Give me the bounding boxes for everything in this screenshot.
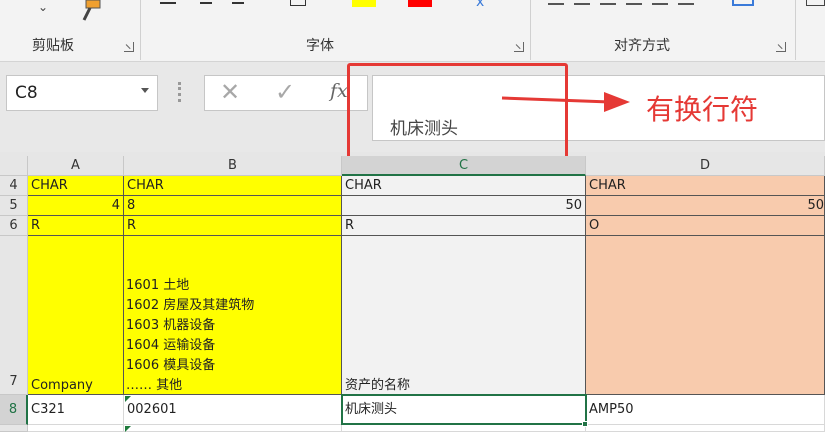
column-header-b[interactable]: B	[124, 156, 342, 176]
fill-color-icon[interactable]	[352, 0, 376, 7]
annotation-highlight-box	[347, 63, 568, 171]
cell-d6[interactable]: O	[586, 216, 825, 236]
cell-b8[interactable]: 002601	[124, 395, 342, 425]
clipboard-launcher-icon[interactable]	[124, 42, 134, 52]
cell-b9[interactable]	[124, 425, 342, 432]
cell-b8-text: 002601	[127, 402, 177, 417]
row-header-5[interactable]: 5	[0, 196, 28, 216]
row-header-9[interactable]	[0, 425, 28, 432]
align-middle-icon[interactable]	[574, 3, 590, 5]
fill-handle[interactable]	[582, 421, 588, 427]
phonetic-icon[interactable]: x	[476, 0, 484, 10]
insert-function-icon[interactable]: fx	[330, 80, 348, 102]
row-header-8[interactable]: 8	[0, 395, 28, 425]
align-right-icon[interactable]	[678, 3, 694, 5]
align-bottom-icon[interactable]	[600, 3, 616, 5]
cell-c7[interactable]: 资产的名称	[342, 236, 586, 395]
cell-d5[interactable]: 50	[586, 196, 825, 216]
annotation-arrow-icon	[501, 92, 630, 112]
cell-a7[interactable]: Company	[28, 236, 124, 395]
name-box[interactable]: C8	[6, 75, 158, 111]
error-indicator-icon[interactable]	[125, 396, 131, 402]
row-header-7[interactable]: 7	[0, 236, 28, 395]
row-header-4[interactable]: 4	[0, 176, 28, 196]
font-launcher-icon[interactable]	[514, 42, 524, 52]
cell-b7-line: 1606 模具设备	[126, 358, 216, 373]
group-separator	[795, 0, 796, 60]
group-separator	[140, 0, 141, 60]
font-color-icon[interactable]	[408, 0, 432, 7]
selection-border	[341, 394, 587, 425]
cell-d7[interactable]	[586, 236, 825, 395]
cell-d8[interactable]: AMP50	[586, 395, 825, 425]
border-icon[interactable]	[290, 0, 306, 6]
underline-button[interactable]	[232, 0, 244, 4]
cell-c7-text: 资产的名称	[345, 378, 411, 393]
cell-a6[interactable]: R	[28, 216, 124, 236]
chevron-down-icon[interactable]: ⌄	[38, 0, 48, 14]
cancel-icon[interactable]: ✕	[220, 78, 240, 106]
cell-c4[interactable]: CHAR	[342, 176, 586, 196]
cell-a7-text: Company	[31, 378, 93, 393]
cell-d9[interactable]	[586, 425, 825, 432]
cell-c5[interactable]: 50	[342, 196, 586, 216]
cell-b7[interactable]: 1601 土地 1602 房屋及其建筑物 1603 机器设备 1604 运输设备…	[124, 236, 342, 395]
group-label-clipboard: 剪贴板	[32, 38, 74, 54]
group-separator	[530, 0, 531, 60]
bold-button[interactable]	[160, 0, 176, 4]
cell-b7-line: 1602 房屋及其建筑物	[126, 298, 255, 313]
align-left-icon[interactable]	[626, 3, 642, 5]
cell-b7-line: 1604 运输设备	[126, 338, 216, 353]
align-top-icon[interactable]	[548, 3, 564, 5]
cell-a9[interactable]	[28, 425, 124, 432]
cell-c6[interactable]: R	[342, 216, 586, 236]
cell-a5[interactable]: 4	[28, 196, 124, 216]
annotation-text: 有换行符	[646, 93, 759, 126]
column-header-d[interactable]: D	[586, 156, 825, 176]
merge-center-icon[interactable]	[732, 0, 754, 6]
enter-icon[interactable]: ✓	[275, 78, 295, 106]
group-label-font: 字体	[306, 38, 334, 54]
group-label-alignment: 对齐方式	[614, 38, 670, 54]
format-painter-icon[interactable]	[78, 0, 106, 22]
cell-d4[interactable]: CHAR	[586, 176, 825, 196]
cell-c9[interactable]	[342, 425, 586, 432]
ribbon: ⌄ 剪贴板 x 字体 对齐方式	[0, 0, 825, 62]
column-header-a[interactable]: A	[28, 156, 124, 176]
align-center-icon[interactable]	[652, 3, 668, 5]
error-indicator-icon[interactable]	[125, 426, 131, 432]
cell-b5[interactable]: 8	[124, 196, 342, 216]
cell-a8[interactable]: C321	[28, 395, 124, 425]
italic-button[interactable]	[200, 0, 212, 4]
cell-b7-line: …… 其他	[126, 378, 183, 393]
cell-b7-line: 1603 机器设备	[126, 318, 216, 333]
alignment-launcher-icon[interactable]	[776, 42, 786, 52]
cell-a4[interactable]: CHAR	[28, 176, 124, 196]
cell-b7-line: 1601 土地	[126, 278, 190, 293]
formula-bar-grip-icon[interactable]	[178, 82, 181, 102]
number-format-icon[interactable]	[806, 0, 825, 6]
select-all-corner[interactable]	[0, 156, 28, 176]
cell-b4[interactable]: CHAR	[124, 176, 342, 196]
row-header-6[interactable]: 6	[0, 216, 28, 236]
column-header-c[interactable]: C	[342, 156, 586, 176]
chevron-down-icon[interactable]	[141, 88, 149, 93]
cell-b6[interactable]: R	[124, 216, 342, 236]
name-box-value: C8	[15, 83, 38, 103]
